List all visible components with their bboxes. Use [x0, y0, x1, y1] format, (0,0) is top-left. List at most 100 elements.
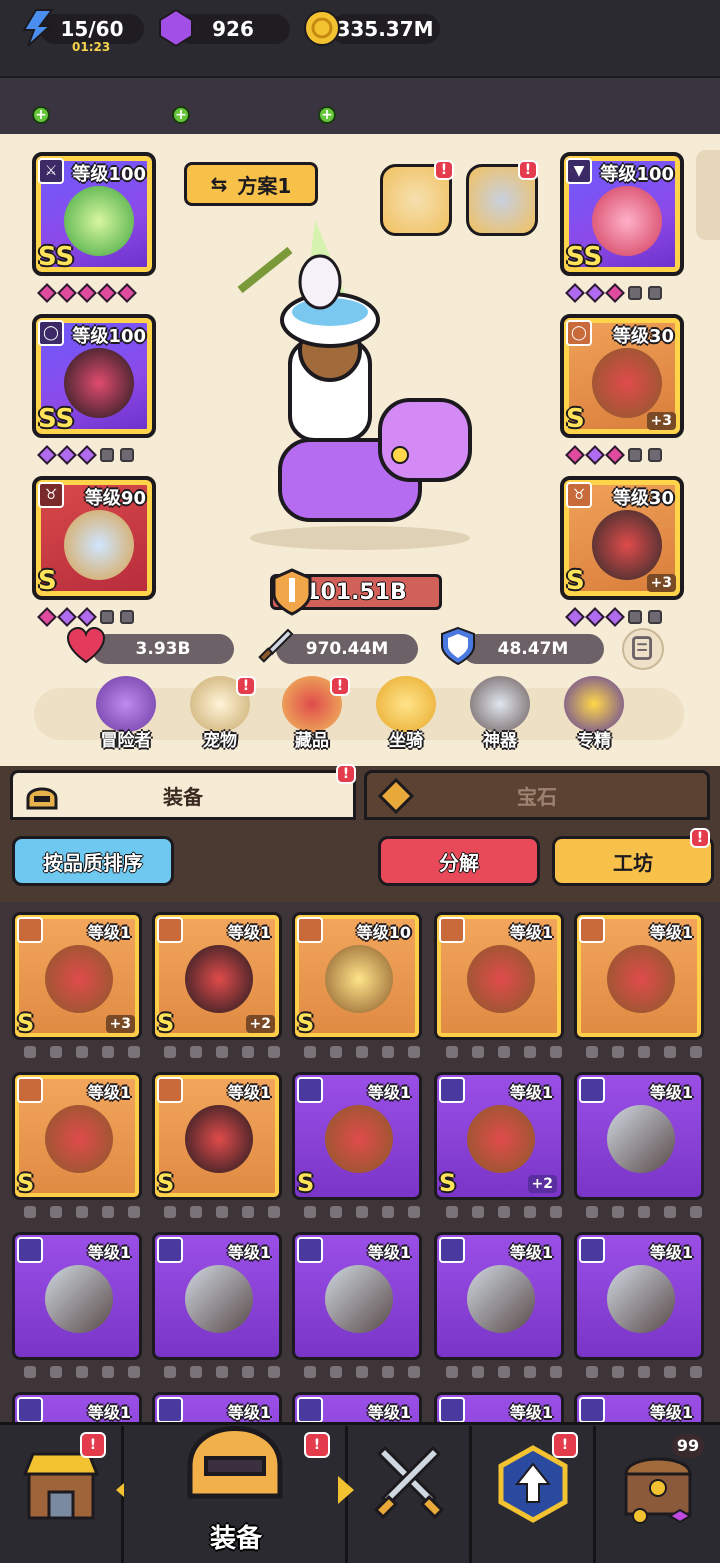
lock-icon — [586, 1046, 598, 1058]
inventory-grid: 等级1 S +3 等级1 S +2 等级10 S 等级1 等级1 等级1 S 等级1 S 等级1 S 等级1 S +… — [0, 902, 720, 1422]
nav-equipment-label: 装备 — [209, 1524, 262, 1554]
inventory-item[interactable]: 等级1 S +2 — [434, 1072, 564, 1200]
inventory-item[interactable]: 等级10 S — [292, 912, 422, 1040]
inventory-item[interactable]: 等级1 — [152, 1232, 282, 1360]
item-type-icon — [579, 1237, 605, 1263]
lock-icon — [50, 1206, 62, 1218]
inventory-item[interactable]: 等级1 S +2 — [152, 912, 282, 1040]
item-type-icon — [297, 1237, 323, 1263]
loadout-plan-button[interactable]: ⇆ 方案1 — [184, 162, 318, 206]
add-gems-button[interactable]: + — [172, 106, 190, 124]
lock-icon — [664, 1366, 676, 1378]
lock-icon — [550, 1046, 562, 1058]
lock-icon — [550, 1206, 562, 1218]
gem-slot-locks — [24, 1206, 140, 1220]
gem-slot-locks — [586, 1366, 702, 1380]
inventory-item[interactable]: 等级1 — [292, 1392, 422, 1422]
item-level: 等级1 — [649, 1243, 693, 1262]
energy-bolt-icon — [22, 9, 54, 47]
inventory-item[interactable]: 等级1 — [574, 1232, 704, 1360]
necklace-type-icon: ♉ — [566, 482, 592, 508]
item-type-icon — [157, 1077, 183, 1103]
stats-detail-button[interactable] — [622, 628, 664, 670]
lock-icon — [76, 1366, 88, 1378]
pet-alert-badge: ! — [236, 676, 256, 696]
ring-icon — [325, 1105, 393, 1173]
nav-battle[interactable] — [348, 1426, 472, 1563]
inventory-item[interactable]: 等级1 — [434, 1232, 564, 1360]
treasure-count-badge: 99 — [672, 1434, 704, 1458]
inventory-item[interactable]: 等级1 — [574, 1072, 704, 1200]
inventory-item[interactable]: 等级1 — [292, 1232, 422, 1360]
lock-icon — [524, 1366, 536, 1378]
menu-mount[interactable]: 坐骑 — [366, 676, 446, 751]
gem-slot-locks — [446, 1366, 562, 1380]
ring2-gem-sockets — [565, 445, 662, 465]
equipped-amulet-slot[interactable]: ♉ 等级30 S +3 — [560, 476, 684, 600]
lock-icon — [190, 1046, 202, 1058]
item-type-icon — [439, 1397, 465, 1422]
gem-slot-locks — [586, 1046, 702, 1060]
menu-adventurer[interactable]: 冒险者 — [86, 676, 166, 751]
lock-icon — [472, 1206, 484, 1218]
menu-mastery[interactable]: 专精 — [554, 676, 634, 751]
lock-icon — [382, 1046, 394, 1058]
lock-icon — [216, 1046, 228, 1058]
necklace-type-icon: ♉ — [38, 482, 64, 508]
swap-arrows-icon: ⇆ — [210, 172, 228, 196]
item-grade: S — [157, 1169, 175, 1197]
sword-icon — [607, 1265, 675, 1333]
inventory-item[interactable]: 等级1 — [574, 1392, 704, 1422]
crown-icon — [564, 676, 624, 732]
inventory-item[interactable]: 等级1 S — [292, 1072, 422, 1200]
lock-icon — [586, 1206, 598, 1218]
equipped-armor-slot[interactable]: ▼ 等级100 SS — [560, 152, 684, 276]
equipped-weapon-slot[interactable]: ⚔ 等级100 SS — [32, 152, 156, 276]
weapon-gem-sockets — [37, 283, 137, 303]
adventurer-icon — [96, 676, 156, 732]
lock-icon — [242, 1366, 254, 1378]
equipped-ring2-slot[interactable]: ◯ 等级30 S +3 — [560, 314, 684, 438]
lock-icon — [408, 1046, 420, 1058]
shield-icon — [441, 626, 475, 666]
inventory-item[interactable]: 等级1 S +3 — [12, 912, 142, 1040]
inventory-item[interactable]: 等级1 S — [12, 1072, 142, 1200]
item-type-icon — [297, 1077, 323, 1103]
lock-icon — [242, 1046, 254, 1058]
inventory-item[interactable]: 等级1 — [434, 1392, 564, 1422]
lock-icon — [268, 1046, 280, 1058]
item-type-icon — [579, 1077, 605, 1103]
add-energy-button[interactable]: + — [32, 106, 50, 124]
gem-slot-locks — [164, 1206, 280, 1220]
inventory-item[interactable]: 等级1 S — [152, 1072, 282, 1200]
add-gold-button[interactable]: + — [318, 106, 336, 124]
equipped-ring-slot[interactable]: ◯ 等级100 SS — [32, 314, 156, 438]
dismantle-button[interactable]: 分解 — [378, 836, 540, 886]
menu-artifact[interactable]: 神器 — [460, 676, 540, 751]
sort-by-quality-button[interactable]: 按品质排序 — [12, 836, 174, 886]
item-type-icon — [17, 1077, 43, 1103]
gold-counter[interactable]: 335.37M — [330, 14, 440, 44]
lock-icon — [330, 1046, 342, 1058]
inventory-item[interactable]: 等级1 — [574, 912, 704, 1040]
viking-alert-badge: ! — [518, 160, 538, 180]
lock-icon — [102, 1046, 114, 1058]
equipment-nav-alert-badge: ! — [304, 1432, 330, 1458]
item-type-icon — [579, 1397, 605, 1422]
item-level: 等级1 — [509, 923, 553, 942]
side-drawer-tab[interactable] — [696, 150, 720, 240]
inventory-item[interactable]: 等级1 — [12, 1232, 142, 1360]
inventory-item[interactable]: 等级1 — [12, 1392, 142, 1422]
hp-stat: 3.93B — [92, 634, 234, 664]
note-list-icon — [632, 636, 653, 660]
inventory-item[interactable]: 等级1 — [434, 912, 564, 1040]
lock-icon — [638, 1366, 650, 1378]
lock-icon — [164, 1046, 176, 1058]
equipped-necklace-slot[interactable]: ♉ 等级90 S — [32, 476, 156, 600]
item-type-icon — [17, 1237, 43, 1263]
sword-icon — [258, 628, 294, 663]
lock-icon — [50, 1046, 62, 1058]
item-level: 等级10 — [356, 923, 411, 942]
gem-slot-locks — [586, 1206, 702, 1220]
lock-icon — [446, 1206, 458, 1218]
